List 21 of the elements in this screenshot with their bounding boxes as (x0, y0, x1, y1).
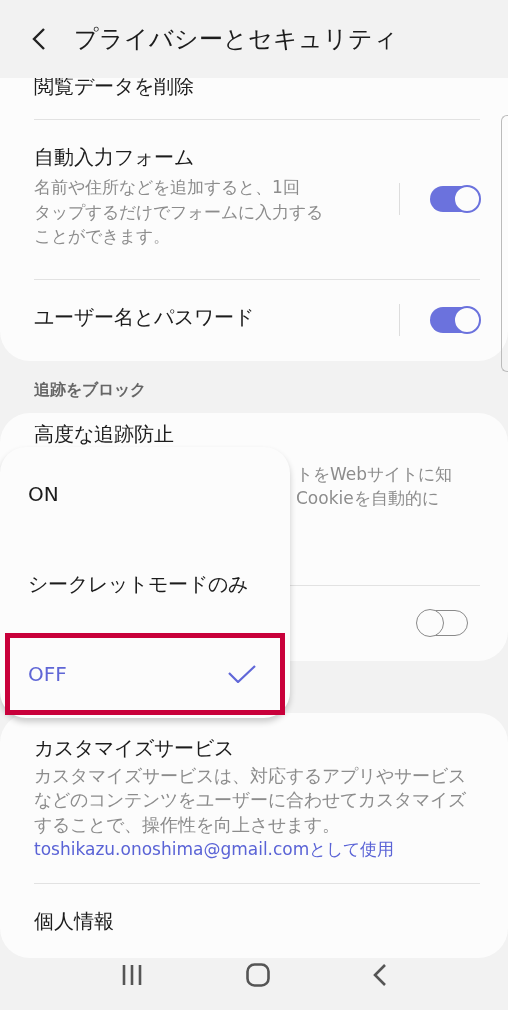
checkmark-icon (228, 665, 256, 683)
toggle-switch[interactable] (430, 186, 480, 213)
setting-description: トをWebサイトに知 Cookieを自動的に (296, 462, 453, 510)
setting-description: カスタマイズサービスは、対応するアプリやサービス などのコンテンツをユーザーに合わせてカスタマイズ することで、操作性を向上させます。 (34, 764, 466, 837)
toggle-switch[interactable] (430, 307, 480, 333)
back-icon[interactable] (32, 28, 46, 50)
setting-title: カスタマイズサービス (34, 734, 235, 762)
recent-apps-icon[interactable] (121, 964, 144, 986)
menu-option[interactable]: シークレットモードのみ (5, 539, 285, 629)
account-link[interactable]: toshikazu.onoshima@gmail.comとして使用 (34, 837, 395, 861)
section-header: 追跡をブロック (33, 378, 147, 401)
setting-description: 名前や住所などを追加すると、1回 タップするだけでフォームに入力する ことができます。 (34, 176, 323, 248)
menu-option[interactable]: OFF (5, 633, 285, 715)
menu-option[interactable]: ON (5, 449, 285, 539)
setting-title: 自動入力フォーム (34, 144, 195, 171)
home-icon[interactable] (246, 963, 270, 987)
back-icon[interactable] (372, 964, 387, 986)
setting-title: 高度な追跡防止 (34, 420, 175, 448)
setting-item[interactable]: 個人情報 (34, 907, 114, 935)
page-title: プライバシーとセキュリティ (74, 24, 398, 55)
setting-title: ユーザー名とパスワード (34, 303, 254, 331)
